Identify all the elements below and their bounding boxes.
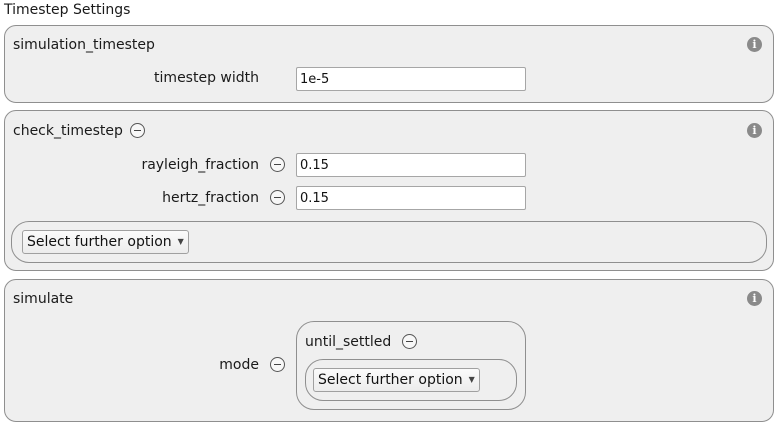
select-further-option-dropdown[interactable]: Select further option ▼: [22, 230, 189, 254]
chevron-down-icon: ▼: [177, 237, 184, 246]
check-timestep-title: check_timestep: [13, 123, 123, 139]
simulation-timestep-title: simulation_timestep: [13, 37, 155, 53]
remove-icon[interactable]: [402, 334, 417, 349]
hertz-fraction-label: hertz_fraction: [162, 190, 259, 206]
mode-option-box: until_settled Select further option ▼: [296, 321, 526, 410]
mode-label: mode: [219, 357, 259, 373]
select-further-option-label: Select further option: [318, 372, 463, 388]
simulation-timestep-panel: simulation_timestep i timestep width: [4, 25, 774, 103]
simulate-title: simulate: [13, 291, 74, 307]
remove-icon[interactable]: [270, 357, 285, 372]
info-icon[interactable]: i: [747, 37, 762, 52]
remove-icon[interactable]: [270, 157, 285, 172]
info-icon[interactable]: i: [747, 123, 762, 138]
simulate-panel: simulate i mode until_settled Select fur…: [4, 279, 774, 422]
check-timestep-panel: check_timestep i rayleigh_fraction hertz…: [4, 110, 774, 271]
rayleigh-fraction-input[interactable]: [296, 153, 526, 177]
timestep-width-input[interactable]: [296, 67, 526, 91]
hertz-fraction-input[interactable]: [296, 186, 526, 210]
nested-further-option-box: Select further option ▼: [305, 359, 517, 401]
remove-icon[interactable]: [130, 123, 145, 138]
page-title: Timestep Settings: [4, 2, 131, 18]
select-further-option-label: Select further option: [27, 234, 172, 250]
further-option-box: Select further option ▼: [11, 221, 767, 263]
remove-icon[interactable]: [270, 190, 285, 205]
until-settled-title: until_settled: [305, 334, 392, 350]
chevron-down-icon: ▼: [468, 375, 475, 384]
select-further-option-dropdown[interactable]: Select further option ▼: [313, 368, 480, 392]
timestep-width-label: timestep width: [154, 70, 259, 86]
info-icon[interactable]: i: [747, 291, 762, 306]
rayleigh-fraction-label: rayleigh_fraction: [141, 157, 259, 173]
